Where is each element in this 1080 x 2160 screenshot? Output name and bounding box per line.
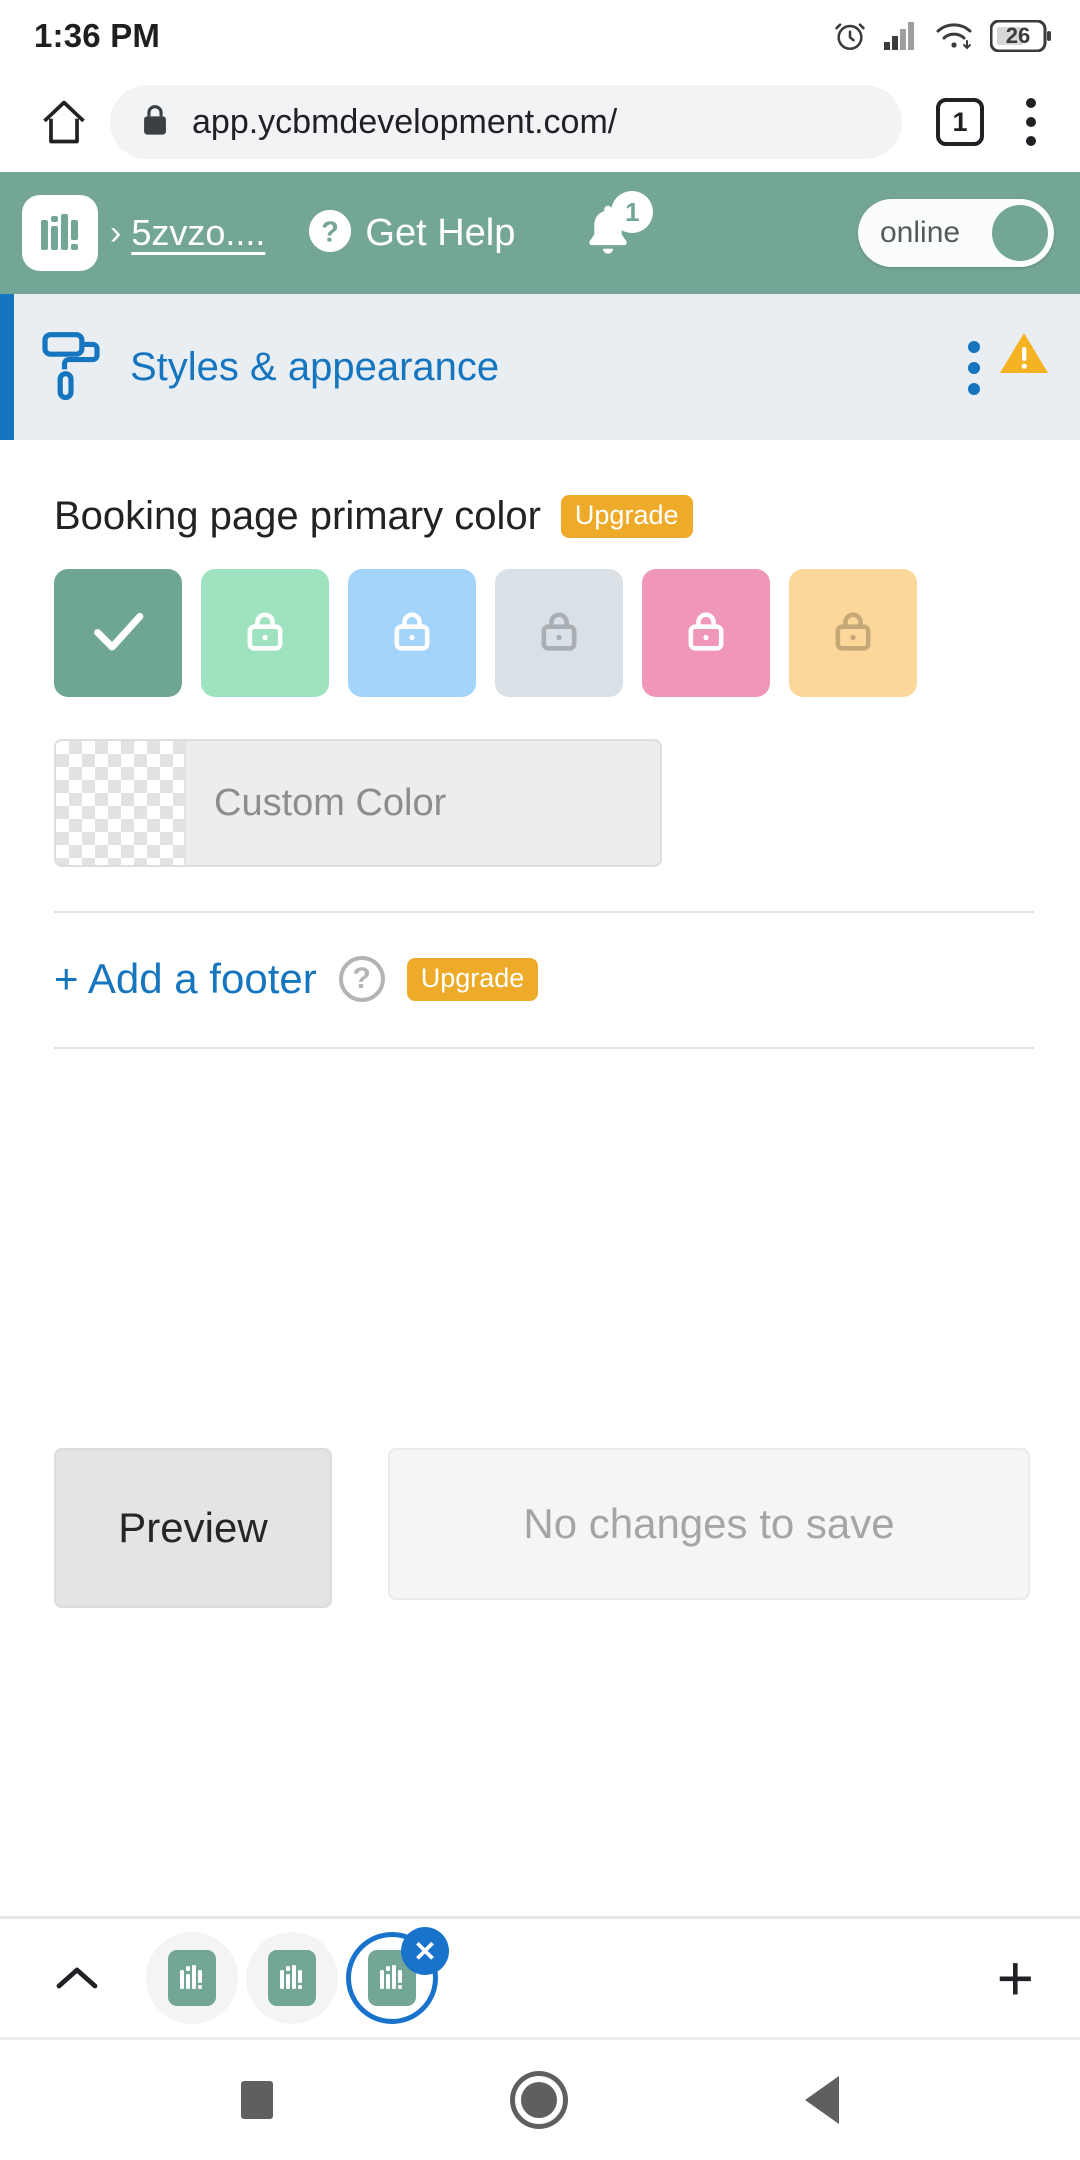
- paint-roller-icon: [38, 326, 104, 409]
- warning-triangle-icon[interactable]: [998, 329, 1050, 382]
- wifi-icon: [935, 21, 973, 51]
- overflow-menu-icon[interactable]: [1004, 98, 1058, 146]
- swatch-mint[interactable]: [201, 569, 329, 697]
- square-icon[interactable]: [241, 2081, 273, 2119]
- section-actions: [960, 327, 1050, 407]
- home-icon[interactable]: [26, 96, 102, 148]
- custom-color-row: Custom Color: [0, 697, 1080, 867]
- preview-button[interactable]: Preview: [54, 1448, 332, 1608]
- custom-color-input[interactable]: Custom Color: [186, 782, 446, 825]
- online-status-toggle[interactable]: online: [858, 199, 1054, 267]
- battery-icon: 26: [990, 20, 1052, 52]
- settings-content: Booking page primary color Upgrade Custo…: [0, 440, 1080, 1916]
- lock-icon: [239, 605, 291, 662]
- breadcrumb[interactable]: 5zvzo....: [131, 212, 265, 254]
- lock-icon: [827, 605, 879, 662]
- circle-icon[interactable]: [515, 2076, 563, 2124]
- notification-badge: 1: [611, 191, 654, 233]
- status-icon-group: 26: [833, 19, 1052, 53]
- color-swatch-list: [0, 539, 1080, 697]
- add-footer-link[interactable]: + Add a footer: [54, 955, 317, 1003]
- primary-color-label: Booking page primary color: [54, 494, 541, 538]
- breadcrumb-separator: ›: [110, 213, 122, 252]
- save-button: No changes to save: [388, 1448, 1030, 1600]
- divider-bottom: [54, 1047, 1034, 1049]
- app-logo-icon[interactable]: [22, 195, 98, 271]
- phone-screen: 1:36 PM 26 app.ycbmdevelopment.com/ 1 › …: [0, 0, 1080, 2160]
- swatch-orange[interactable]: [789, 569, 917, 697]
- toggle-knob: [992, 205, 1048, 261]
- section-title: Styles & appearance: [130, 344, 500, 389]
- lock-icon: [140, 103, 170, 142]
- custom-color-field[interactable]: Custom Color: [54, 739, 662, 867]
- transparency-swatch[interactable]: [56, 741, 186, 865]
- check-icon: [83, 596, 153, 671]
- plus-icon[interactable]: +: [997, 1946, 1034, 2010]
- primary-color-label-row: Booking page primary color Upgrade: [0, 440, 1080, 539]
- url-bar[interactable]: app.ycbmdevelopment.com/: [110, 85, 902, 159]
- get-help-button[interactable]: ? Get Help: [307, 208, 515, 259]
- url-text[interactable]: app.ycbmdevelopment.com/: [192, 103, 617, 142]
- lock-icon: [533, 605, 585, 662]
- browser-toolbar: app.ycbmdevelopment.com/ 1: [0, 72, 1080, 172]
- app-logo-icon: [168, 1950, 216, 2006]
- tab-app-3[interactable]: ✕: [346, 1927, 449, 2024]
- app-logo-icon: [268, 1950, 316, 2006]
- swatch-green-selected[interactable]: [54, 569, 182, 697]
- app-tab-strip: ✕ +: [0, 1916, 1080, 2040]
- status-time: 1:36 PM: [34, 17, 161, 54]
- tab-app-1[interactable]: [146, 1932, 238, 2024]
- tab-counter-button[interactable]: 1: [936, 98, 984, 146]
- add-footer-row: + Add a footer ? Upgrade: [0, 913, 1080, 1003]
- status-bar: 1:36 PM 26: [0, 0, 1080, 72]
- lock-icon: [386, 605, 438, 662]
- styles-appearance-section-header[interactable]: Styles & appearance: [0, 294, 1080, 440]
- action-buttons: Preview No changes to save: [0, 1448, 1030, 1608]
- question-mark-icon: ?: [307, 208, 353, 259]
- android-navigation-bar: [0, 2040, 1080, 2160]
- swatch-grey[interactable]: [495, 569, 623, 697]
- vertical-dots-icon[interactable]: [968, 341, 980, 395]
- swatch-blue[interactable]: [348, 569, 476, 697]
- notifications-button[interactable]: 1: [577, 191, 654, 271]
- question-mark-circle-icon[interactable]: ?: [338, 956, 385, 1002]
- chevron-up-icon[interactable]: [40, 1961, 114, 1995]
- tab-item-list: ✕: [146, 1927, 449, 2024]
- close-icon[interactable]: ✕: [401, 1927, 449, 1975]
- signal-icon: [884, 22, 918, 50]
- tab-app-2[interactable]: [246, 1932, 338, 2024]
- alarm-icon: [833, 19, 867, 53]
- triangle-back-icon[interactable]: [805, 2076, 839, 2124]
- upgrade-badge-color[interactable]: Upgrade: [560, 495, 693, 538]
- swatch-pink[interactable]: [642, 569, 770, 697]
- get-help-label: Get Help: [365, 211, 516, 254]
- online-toggle-label: online: [880, 216, 961, 249]
- svg-text:?: ?: [322, 216, 340, 248]
- app-header: › 5zvzo.... ? Get Help 1 online: [0, 172, 1080, 294]
- battery-percent: 26: [1005, 23, 1031, 48]
- upgrade-badge-footer[interactable]: Upgrade: [406, 957, 539, 1001]
- lock-icon: [680, 605, 732, 662]
